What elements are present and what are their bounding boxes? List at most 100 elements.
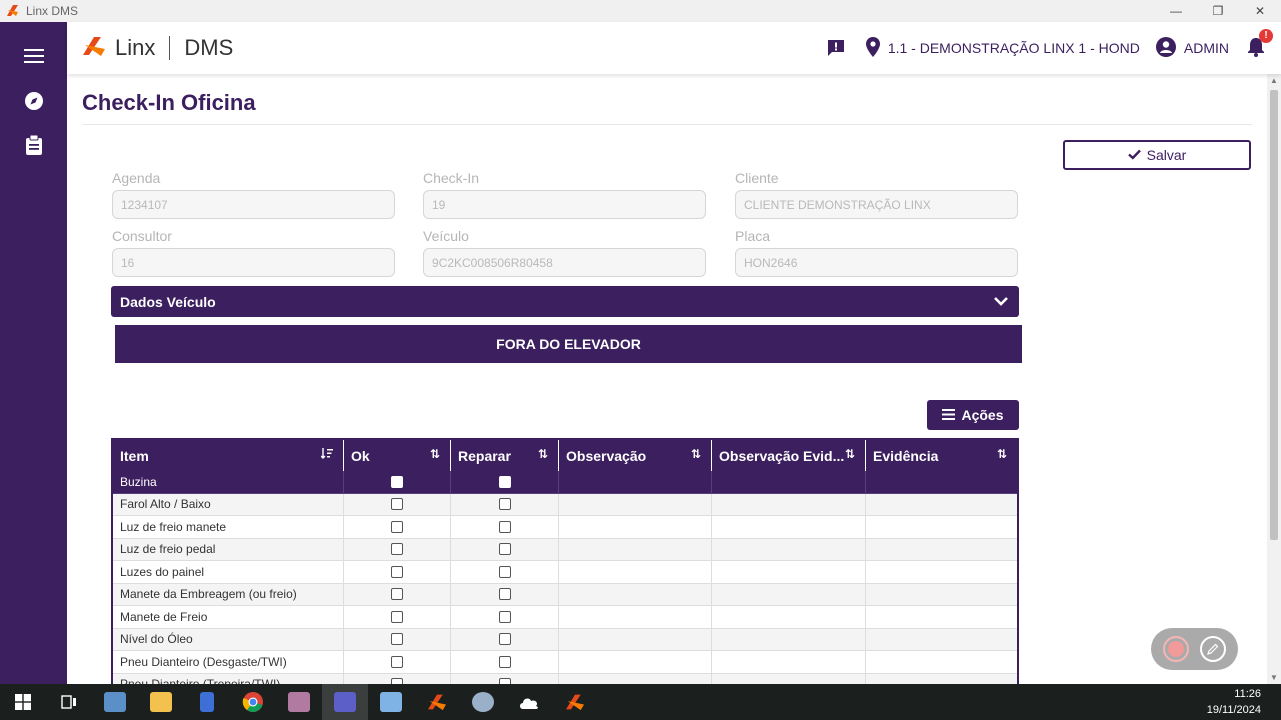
observacao-evidencia-cell[interactable] [712, 651, 866, 674]
scroll-down-icon[interactable]: ▼ [1270, 673, 1278, 682]
scrollbar-thumb[interactable] [1270, 90, 1278, 540]
observacao-cell[interactable] [559, 628, 712, 651]
teams-icon[interactable] [322, 684, 368, 720]
linx-taskbar-icon[interactable] [414, 684, 460, 720]
taskbar-app-icon[interactable] [368, 684, 414, 720]
reparar-checkbox[interactable] [498, 543, 511, 556]
user-menu[interactable]: ADMIN [1155, 36, 1229, 60]
observacao-evidencia-cell[interactable] [712, 538, 866, 561]
clipboard-icon[interactable] [22, 133, 46, 157]
placa-field[interactable]: HON2646 [735, 248, 1018, 277]
observacao-cell[interactable] [559, 583, 712, 606]
observacao-evidencia-cell[interactable] [712, 493, 866, 516]
close-button[interactable]: ✕ [1239, 0, 1281, 22]
evidencia-cell[interactable] [866, 471, 1017, 494]
minimize-button[interactable]: — [1155, 0, 1197, 22]
scroll-up-icon[interactable]: ▲ [1270, 76, 1278, 85]
column-header-evidencia[interactable]: Evidência ⇅ [866, 440, 1017, 471]
page-scrollbar[interactable]: ▲ ▼ [1267, 74, 1281, 684]
ok-checkbox[interactable] [391, 588, 403, 601]
evidencia-cell[interactable] [866, 606, 1017, 629]
table-row[interactable]: Luz de freio pedal [113, 538, 1017, 561]
table-row[interactable]: Pneu Dianteiro (Trepeira/TWI) [113, 673, 1017, 685]
windows-start-icon[interactable] [0, 684, 46, 720]
observacao-cell[interactable] [559, 471, 712, 494]
record-button[interactable] [1162, 636, 1189, 662]
task-view-icon[interactable] [46, 684, 92, 720]
observacao-cell[interactable] [559, 493, 712, 516]
sort-icon[interactable]: ⇅ [691, 447, 701, 461]
ok-checkbox[interactable] [391, 655, 403, 668]
cloud-icon[interactable] [506, 684, 552, 720]
save-button[interactable]: Salvar [1063, 140, 1251, 170]
observacao-cell[interactable] [559, 538, 712, 561]
sort-icon[interactable]: ⇅ [845, 447, 855, 461]
observacao-evidencia-cell[interactable] [712, 673, 866, 684]
observacao-evidencia-cell[interactable] [712, 471, 866, 494]
reparar-checkbox[interactable] [498, 610, 511, 623]
dados-veiculo-panel-header[interactable]: Dados Veículo [111, 286, 1019, 317]
reparar-checkbox[interactable] [498, 633, 511, 646]
fora-do-elevador-tab[interactable]: FORA DO ELEVADOR [115, 325, 1022, 363]
evidencia-cell[interactable] [866, 629, 1017, 651]
veiculo-field[interactable]: 9C2KC008506R80458 [423, 248, 706, 277]
table-row[interactable]: Luz de freio manete [113, 516, 1017, 539]
agenda-field[interactable]: 1234107 [112, 190, 395, 219]
sort-icon[interactable]: ⇅ [538, 447, 548, 461]
table-row[interactable]: Manete da Embreagem (ou freio) [113, 583, 1017, 606]
notifications-button[interactable]: ! [1247, 28, 1273, 60]
observacao-cell[interactable] [559, 606, 712, 629]
brand[interactable]: Linx DMS [81, 34, 233, 62]
observacao-cell[interactable] [559, 651, 712, 674]
evidencia-cell[interactable] [866, 584, 1017, 606]
cliente-field[interactable]: CLIENTE DEMONSTRAÇÃO LINX [735, 190, 1018, 219]
ok-checkbox[interactable] [391, 475, 403, 488]
sort-ascending-icon[interactable] [320, 447, 333, 462]
table-row[interactable]: Luzes do painel [113, 561, 1017, 584]
column-header-observacao-evidencia[interactable]: Observação Evid... ⇅ [712, 440, 866, 471]
taskbar-app-icon[interactable] [460, 684, 506, 720]
reparar-checkbox[interactable] [498, 588, 511, 601]
observacao-cell[interactable] [559, 673, 712, 684]
evidencia-cell[interactable] [866, 651, 1017, 674]
ok-checkbox[interactable] [391, 610, 403, 623]
column-header-item[interactable]: Item [113, 440, 344, 471]
taskbar-app-icon[interactable] [92, 684, 138, 720]
chat-icon[interactable] [826, 38, 846, 58]
table-row[interactable]: Farol Alto / Baixo [113, 493, 1017, 516]
pencil-icon[interactable] [1200, 636, 1227, 662]
sort-icon[interactable]: ⇅ [430, 447, 440, 461]
table-row[interactable]: Manete de Freio [113, 606, 1017, 629]
ok-checkbox[interactable] [391, 633, 403, 646]
observacao-evidencia-cell[interactable] [712, 606, 866, 629]
reparar-checkbox[interactable] [498, 655, 511, 668]
location-selector[interactable]: 1.1 - DEMONSTRAÇÃO LINX 1 - HOND [865, 36, 1140, 60]
observacao-evidencia-cell[interactable] [712, 628, 866, 651]
observacao-evidencia-cell[interactable] [712, 561, 866, 584]
evidencia-cell[interactable] [866, 674, 1017, 685]
ok-checkbox[interactable] [391, 498, 403, 511]
evidencia-cell[interactable] [866, 494, 1017, 516]
column-header-reparar[interactable]: Reparar ⇅ [451, 440, 559, 471]
table-row[interactable]: Buzina [113, 471, 1017, 494]
evidencia-cell[interactable] [866, 561, 1017, 584]
maximize-button[interactable]: ❐ [1197, 0, 1239, 22]
reparar-checkbox[interactable] [498, 475, 511, 488]
ok-checkbox[interactable] [391, 565, 403, 578]
reparar-checkbox[interactable] [498, 520, 511, 533]
evidencia-cell[interactable] [866, 539, 1017, 561]
observacao-cell[interactable] [559, 561, 712, 584]
column-header-observacao[interactable]: Observação ⇅ [559, 440, 712, 471]
checkin-field[interactable]: 19 [423, 190, 706, 219]
file-explorer-icon[interactable] [138, 684, 184, 720]
sort-icon[interactable]: ⇅ [997, 447, 1007, 461]
system-clock[interactable]: 11:26 19/11/2024 [1207, 686, 1261, 718]
chrome-icon[interactable] [230, 684, 276, 720]
ok-checkbox[interactable] [391, 543, 403, 556]
table-row[interactable]: Pneu Dianteiro (Desgaste/TWI) [113, 651, 1017, 674]
reparar-checkbox[interactable] [498, 498, 511, 511]
chevron-down-icon[interactable] [993, 293, 1009, 312]
column-header-ok[interactable]: Ok ⇅ [344, 440, 451, 471]
observacao-cell[interactable] [559, 516, 712, 539]
taskbar-app-icon[interactable] [276, 684, 322, 720]
